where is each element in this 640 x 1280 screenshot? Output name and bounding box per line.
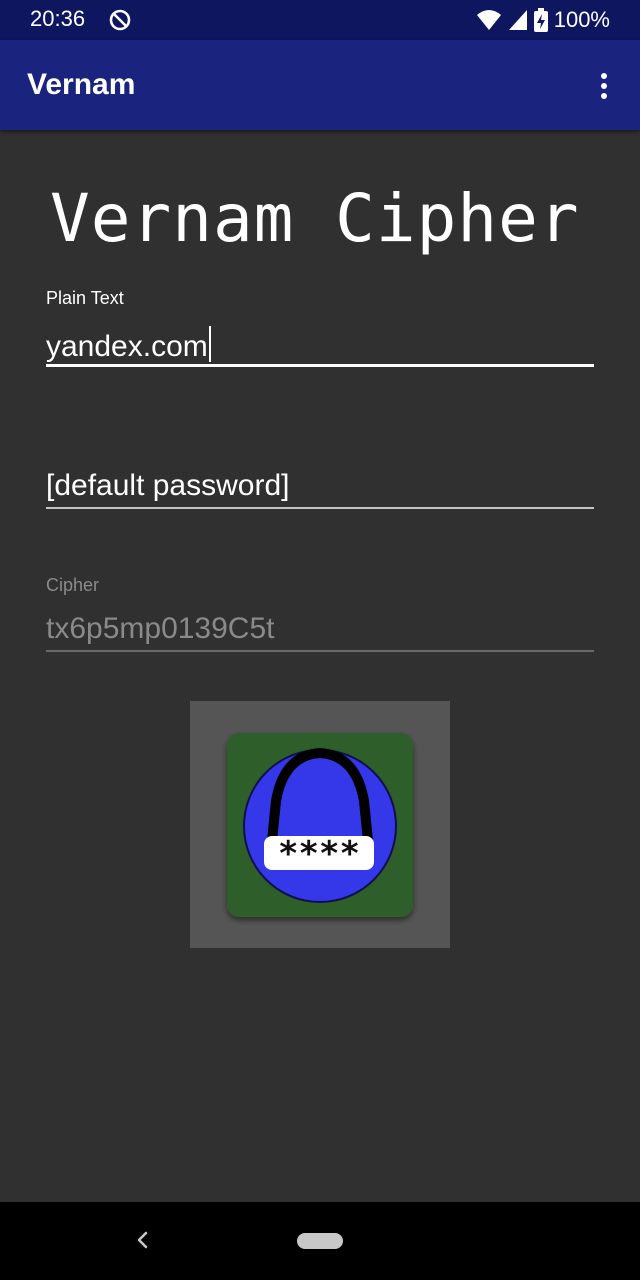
back-icon[interactable] [128,1226,156,1254]
cipher-underline [46,650,594,652]
signal-icon [508,10,527,30]
plain-text-underline [46,364,594,367]
plain-text-input[interactable]: yandex.com [46,326,211,364]
password-mask-text: **** [278,834,360,874]
menu-dot [601,73,607,79]
lock-password-icon: **** [227,733,413,917]
status-time: 20:36 [30,6,86,31]
plain-text-label: Plain Text [46,288,124,308]
password-underline [46,507,594,509]
status-bar: 20:36 100% [0,0,640,40]
wifi-icon [476,10,501,30]
home-icon[interactable] [297,1233,343,1249]
overflow-menu-icon[interactable] [586,68,622,104]
status-right-group: 100% [476,6,610,34]
dnd-icon [109,9,131,31]
cipher-label: Cipher [46,575,100,595]
app-title: Vernam [27,68,136,101]
cipher-output: tx6p5mp0139C5t [46,612,275,645]
text-cursor [208,326,211,362]
page-title: Vernam Cipher [50,180,580,257]
app-bar: Vernam [0,40,640,130]
logo-button[interactable]: **** [190,701,450,948]
menu-dot [601,83,607,89]
plain-text-value: yandex.com [46,330,208,363]
battery-percent: 100% [553,7,610,32]
password-input[interactable]: [default password] [46,469,289,503]
battery-icon [533,8,548,32]
menu-dot [601,93,607,99]
